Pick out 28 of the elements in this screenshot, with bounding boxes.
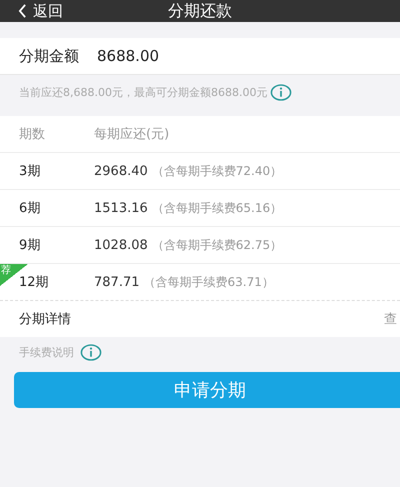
amount-value: 8688.00: [97, 47, 160, 65]
term-text: 3期: [19, 163, 42, 180]
column-header: 期数: [19, 126, 46, 143]
payment-amount: 787.71: [94, 274, 140, 290]
info-icon[interactable]: [80, 344, 102, 360]
payment-amount: 2968.40: [94, 164, 148, 178]
payment-amount: 1513.16: [94, 200, 148, 216]
hint-text: 当前应还8,688.00元，最高可分期金额8688.00元: [19, 84, 268, 100]
fee-text: （含每期手续费62.75）: [152, 236, 282, 254]
back-chevron-icon: [18, 4, 27, 18]
back-button[interactable]: 返回: [0, 2, 63, 20]
term-text: 6期: [19, 200, 42, 217]
page-title: 分期还款: [167, 0, 233, 22]
payment-amount: 1028.08: [94, 238, 148, 252]
term-text: 9期: [19, 237, 42, 254]
details-label: 分期详情: [19, 311, 71, 328]
installment-option[interactable]: 3期 2968.40 （含每期手续费72.40）: [0, 153, 400, 190]
fee-note-text: 手续费说明: [19, 344, 74, 360]
fee-text: （含每期手续费63.71）: [144, 274, 274, 290]
fee-text: （含每期手续费65.16）: [152, 200, 282, 216]
details-row[interactable]: 分期详情 查: [0, 301, 400, 337]
amount-label: 分期金额: [19, 46, 79, 66]
fee-text: （含每期手续费72.40）: [152, 162, 282, 180]
installment-option[interactable]: 9期 1028.08 （含每期手续费62.75）: [0, 227, 400, 264]
column-header: 每期应还(元): [94, 126, 170, 143]
installment-option[interactable]: 6期 1513.16 （含每期手续费65.16）: [0, 190, 400, 227]
info-icon[interactable]: [270, 84, 292, 100]
term-text: 12期: [19, 274, 50, 291]
